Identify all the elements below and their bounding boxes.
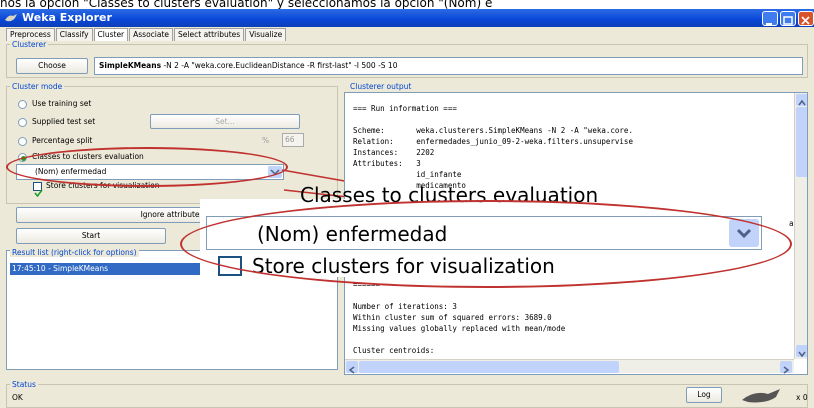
document-caption: nos la opción "Classes to clusters evalu… bbox=[0, 0, 493, 9]
main-tabs: Preprocess Classify Cluster Associate Se… bbox=[6, 28, 287, 41]
scroll-right-button[interactable] bbox=[780, 361, 792, 374]
store-clusters-checkbox[interactable] bbox=[33, 182, 43, 198]
tab-select-attributes[interactable]: Select attributes bbox=[174, 28, 245, 41]
close-button[interactable] bbox=[798, 11, 814, 26]
chevron-down-icon bbox=[798, 351, 806, 358]
use-training-radio[interactable] bbox=[18, 100, 27, 109]
output-line: === Run information === bbox=[353, 104, 457, 113]
weka-bird-icon bbox=[5, 14, 17, 22]
output-line: Scheme: weka.clusterers.SimpleKMeans -N … bbox=[353, 126, 633, 135]
output-line: id_infante bbox=[353, 170, 462, 179]
tab-classify[interactable]: Classify bbox=[55, 28, 93, 41]
output-line: Relation: enfermedades_junio_09-2-weka.f… bbox=[353, 137, 633, 146]
output-line: Number of iterations: 3 bbox=[353, 302, 457, 311]
use-training-label: Use training set bbox=[32, 99, 92, 108]
status-label: Status bbox=[10, 380, 38, 389]
highlight-ellipse-large bbox=[180, 200, 792, 288]
clusterer-group-label: Clusterer bbox=[10, 40, 49, 49]
cluster-mode-group-label: Cluster mode bbox=[10, 82, 65, 91]
tab-associate[interactable]: Associate bbox=[129, 28, 174, 41]
status-count: x 0 bbox=[796, 393, 808, 402]
horizontal-scroll-thumb[interactable] bbox=[359, 361, 619, 373]
clusterer-algorithm: SimpleKMeans bbox=[99, 61, 162, 70]
result-list-label: Result list (right-click for options) bbox=[10, 248, 139, 257]
minimize-button[interactable] bbox=[762, 11, 778, 26]
log-button[interactable]: Log bbox=[686, 387, 722, 403]
output-line: Instances: 2202 bbox=[353, 148, 435, 157]
choose-button[interactable]: Choose bbox=[16, 58, 88, 74]
chevron-right-icon bbox=[783, 366, 790, 374]
clusterer-config-field[interactable]: SimpleKMeans -N 2 -A "weka.core.Euclidea… bbox=[94, 57, 803, 75]
supplied-test-radio[interactable] bbox=[18, 118, 27, 127]
window-title-bar: Weka Explorer bbox=[0, 9, 814, 27]
highlight-ellipse-small bbox=[6, 147, 288, 187]
scroll-up-button[interactable] bbox=[796, 94, 807, 106]
percent-symbol: % bbox=[262, 136, 270, 145]
tab-cluster[interactable]: Cluster bbox=[93, 28, 129, 41]
horizontal-scrollbar[interactable] bbox=[345, 359, 794, 374]
output-side-fragment: a bbox=[789, 219, 794, 228]
maximize-icon bbox=[783, 16, 793, 25]
percentage-split-label: Percentage split bbox=[32, 136, 93, 145]
window-title: Weka Explorer bbox=[22, 11, 112, 24]
tab-visualize[interactable]: Visualize bbox=[245, 28, 287, 41]
scroll-down-button[interactable] bbox=[796, 345, 807, 358]
output-text-top: === Run information === Scheme: weka.clu… bbox=[353, 103, 633, 191]
output-line: Attributes: 3 bbox=[353, 159, 421, 168]
minimize-icon bbox=[766, 23, 772, 25]
weka-status-bird-icon bbox=[742, 389, 780, 403]
output-line: Missing values globally replaced with me… bbox=[353, 324, 566, 333]
output-text-bottom: ====== Number of iterations: 3 Within cl… bbox=[353, 279, 565, 356]
status-text: OK bbox=[12, 393, 23, 402]
clusterer-options: -N 2 -A "weka.core.EuclideanDistance -R … bbox=[163, 61, 398, 70]
percent-input[interactable]: 66 bbox=[282, 133, 304, 147]
set-test-button[interactable]: Set... bbox=[150, 114, 300, 129]
close-icon bbox=[801, 16, 810, 25]
output-line: Within cluster sum of squared errors: 36… bbox=[353, 313, 552, 322]
result-list-item[interactable]: 17:45:10 - SimpleKMeans bbox=[10, 263, 220, 275]
chevron-left-icon bbox=[348, 366, 355, 374]
checkmark-icon bbox=[34, 189, 43, 198]
maximize-button[interactable] bbox=[780, 11, 796, 26]
percentage-split-radio[interactable] bbox=[18, 137, 27, 146]
output-line: Cluster centroids: bbox=[353, 346, 435, 355]
vertical-scroll-thumb[interactable] bbox=[796, 107, 807, 177]
supplied-test-label: Supplied test set bbox=[32, 117, 96, 126]
scroll-left-button[interactable] bbox=[346, 361, 358, 374]
vertical-scrollbar[interactable] bbox=[794, 93, 807, 359]
clusterer-output-label: Clusterer output bbox=[348, 82, 414, 91]
start-button[interactable]: Start bbox=[16, 228, 166, 244]
